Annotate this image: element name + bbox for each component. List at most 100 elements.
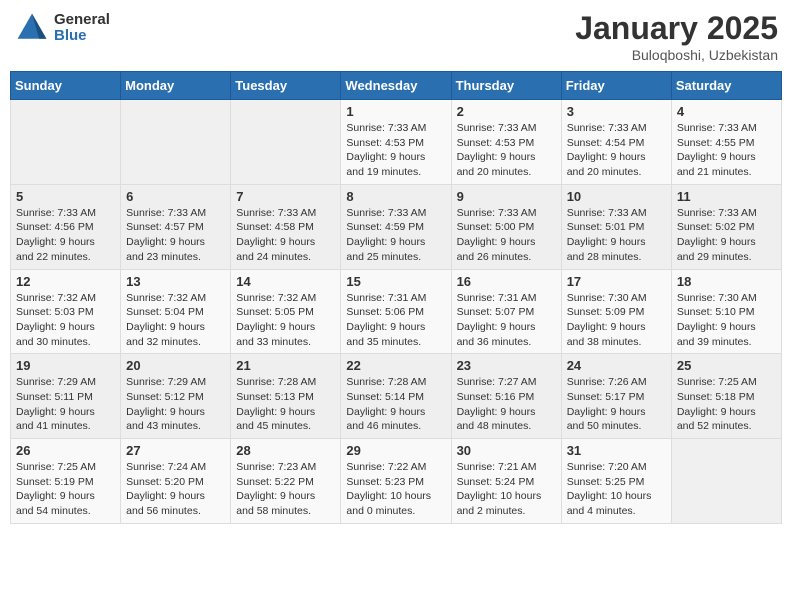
calendar-cell: 31Sunrise: 7:20 AM Sunset: 5:25 PM Dayli…: [561, 439, 671, 524]
day-info: Sunrise: 7:32 AM Sunset: 5:04 PM Dayligh…: [126, 291, 225, 350]
day-number: 31: [567, 443, 666, 458]
day-info: Sunrise: 7:28 AM Sunset: 5:13 PM Dayligh…: [236, 375, 335, 434]
calendar-cell: 29 Sunrise: 7:22 AM Sunset: 5:23 PM Dayli…: [341, 439, 451, 524]
day-number: 23: [457, 358, 556, 373]
weekday-header-wednesday: Wednesday: [341, 72, 451, 100]
calendar-title: January 2025: [575, 10, 778, 47]
calendar-cell: 14Sunrise: 7:32 AM Sunset: 5:05 PM Dayli…: [231, 269, 341, 354]
calendar-cell: 30 Sunrise: 7:21 AM Sunset: 5:24 PM Dayli…: [451, 439, 561, 524]
day-info: Sunrise: 7:32 AM Sunset: 5:03 PM Dayligh…: [16, 291, 115, 350]
calendar-cell: 16Sunrise: 7:31 AM Sunset: 5:07 PM Dayli…: [451, 269, 561, 354]
day-number: 6: [126, 189, 225, 204]
day-number: 1: [346, 104, 445, 119]
day-number: 12: [16, 274, 115, 289]
calendar-cell: 25 Sunrise: 7:25 AM Sunset: 5:18 PM Dayli…: [671, 354, 781, 439]
weekday-header-saturday: Saturday: [671, 72, 781, 100]
day-info: Sunrise: 7:33 AM Sunset: 4:53 PM Dayligh…: [457, 121, 556, 180]
calendar-cell: 18 Sunrise: 7:30 AM Sunset: 5:10 PM Dayli…: [671, 269, 781, 354]
day-number: 11: [677, 189, 776, 204]
day-number: 16: [457, 274, 556, 289]
logo-blue-text: Blue: [54, 28, 110, 45]
calendar-cell: 3 Sunrise: 7:33 AM Sunset: 4:54 PM Daylig…: [561, 100, 671, 185]
day-info: Sunrise: 7:33 AM Sunset: 4:56 PM Dayligh…: [16, 206, 115, 265]
logo-general-text: General: [54, 12, 110, 29]
calendar-week-4: 19 Sunrise: 7:29 AM Sunset: 5:11 PM Dayli…: [11, 354, 782, 439]
day-number: 27: [126, 443, 225, 458]
calendar-cell: [11, 100, 121, 185]
calendar-cell: 1 Sunrise: 7:33 AM Sunset: 4:53 PM Daylig…: [341, 100, 451, 185]
title-block: January 2025 Buloqboshi, Uzbekistan: [575, 10, 778, 63]
logo: General Blue: [14, 10, 110, 46]
weekday-header-thursday: Thursday: [451, 72, 561, 100]
calendar-cell: 4Sunrise: 7:33 AM Sunset: 4:55 PM Daylig…: [671, 100, 781, 185]
day-info: Sunrise: 7:33 AM Sunset: 4:59 PM Dayligh…: [346, 206, 445, 265]
calendar-cell: [121, 100, 231, 185]
calendar-cell: [231, 100, 341, 185]
calendar-week-3: 12 Sunrise: 7:32 AM Sunset: 5:03 PM Dayli…: [11, 269, 782, 354]
calendar-cell: 24 Sunrise: 7:26 AM Sunset: 5:17 PM Dayli…: [561, 354, 671, 439]
calendar-cell: [671, 439, 781, 524]
day-number: 7: [236, 189, 335, 204]
day-number: 19: [16, 358, 115, 373]
day-number: 17: [567, 274, 666, 289]
calendar-cell: 17Sunrise: 7:30 AM Sunset: 5:09 PM Dayli…: [561, 269, 671, 354]
day-number: 4: [677, 104, 776, 119]
day-number: 29: [346, 443, 445, 458]
day-info: Sunrise: 7:22 AM Sunset: 5:23 PM Dayligh…: [346, 460, 445, 519]
day-number: 25: [677, 358, 776, 373]
day-number: 30: [457, 443, 556, 458]
day-info: Sunrise: 7:32 AM Sunset: 5:05 PM Dayligh…: [236, 291, 335, 350]
day-number: 13: [126, 274, 225, 289]
logo-icon: [14, 10, 50, 46]
calendar-cell: 15 Sunrise: 7:31 AM Sunset: 5:06 PM Dayli…: [341, 269, 451, 354]
day-info: Sunrise: 7:33 AM Sunset: 4:53 PM Dayligh…: [346, 121, 445, 180]
calendar-cell: 11Sunrise: 7:33 AM Sunset: 5:02 PM Dayli…: [671, 184, 781, 269]
calendar-location: Buloqboshi, Uzbekistan: [575, 47, 778, 63]
day-info: Sunrise: 7:24 AM Sunset: 5:20 PM Dayligh…: [126, 460, 225, 519]
day-info: Sunrise: 7:21 AM Sunset: 5:24 PM Dayligh…: [457, 460, 556, 519]
page-header: General Blue January 2025 Buloqboshi, Uz…: [10, 10, 782, 63]
calendar-cell: 8 Sunrise: 7:33 AM Sunset: 4:59 PM Daylig…: [341, 184, 451, 269]
weekday-header-sunday: Sunday: [11, 72, 121, 100]
day-number: 8: [346, 189, 445, 204]
day-info: Sunrise: 7:25 AM Sunset: 5:18 PM Dayligh…: [677, 375, 776, 434]
day-info: Sunrise: 7:33 AM Sunset: 4:54 PM Dayligh…: [567, 121, 666, 180]
calendar-cell: 22Sunrise: 7:28 AM Sunset: 5:14 PM Dayli…: [341, 354, 451, 439]
day-info: Sunrise: 7:33 AM Sunset: 4:58 PM Dayligh…: [236, 206, 335, 265]
calendar-cell: 12 Sunrise: 7:32 AM Sunset: 5:03 PM Dayli…: [11, 269, 121, 354]
calendar-week-5: 26Sunrise: 7:25 AM Sunset: 5:19 PM Dayli…: [11, 439, 782, 524]
calendar-cell: 21 Sunrise: 7:28 AM Sunset: 5:13 PM Dayli…: [231, 354, 341, 439]
calendar-cell: 13 Sunrise: 7:32 AM Sunset: 5:04 PM Dayli…: [121, 269, 231, 354]
day-number: 15: [346, 274, 445, 289]
day-info: Sunrise: 7:26 AM Sunset: 5:17 PM Dayligh…: [567, 375, 666, 434]
day-info: Sunrise: 7:27 AM Sunset: 5:16 PM Dayligh…: [457, 375, 556, 434]
day-info: Sunrise: 7:30 AM Sunset: 5:10 PM Dayligh…: [677, 291, 776, 350]
day-number: 24: [567, 358, 666, 373]
day-info: Sunrise: 7:33 AM Sunset: 5:01 PM Dayligh…: [567, 206, 666, 265]
weekday-header-row: SundayMondayTuesdayWednesdayThursdayFrid…: [11, 72, 782, 100]
calendar-cell: 9Sunrise: 7:33 AM Sunset: 5:00 PM Daylig…: [451, 184, 561, 269]
calendar-cell: 26Sunrise: 7:25 AM Sunset: 5:19 PM Dayli…: [11, 439, 121, 524]
day-info: Sunrise: 7:33 AM Sunset: 4:57 PM Dayligh…: [126, 206, 225, 265]
day-info: Sunrise: 7:29 AM Sunset: 5:11 PM Dayligh…: [16, 375, 115, 434]
calendar-cell: 5Sunrise: 7:33 AM Sunset: 4:56 PM Daylig…: [11, 184, 121, 269]
day-info: Sunrise: 7:25 AM Sunset: 5:19 PM Dayligh…: [16, 460, 115, 519]
day-number: 2: [457, 104, 556, 119]
day-info: Sunrise: 7:28 AM Sunset: 5:14 PM Dayligh…: [346, 375, 445, 434]
calendar-cell: 19 Sunrise: 7:29 AM Sunset: 5:11 PM Dayli…: [11, 354, 121, 439]
day-number: 3: [567, 104, 666, 119]
day-number: 18: [677, 274, 776, 289]
day-number: 10: [567, 189, 666, 204]
day-info: Sunrise: 7:23 AM Sunset: 5:22 PM Dayligh…: [236, 460, 335, 519]
calendar-cell: 27 Sunrise: 7:24 AM Sunset: 5:20 PM Dayli…: [121, 439, 231, 524]
day-number: 28: [236, 443, 335, 458]
calendar-cell: 10 Sunrise: 7:33 AM Sunset: 5:01 PM Dayli…: [561, 184, 671, 269]
calendar-week-1: 1 Sunrise: 7:33 AM Sunset: 4:53 PM Daylig…: [11, 100, 782, 185]
calendar-cell: 28 Sunrise: 7:23 AM Sunset: 5:22 PM Dayli…: [231, 439, 341, 524]
day-number: 21: [236, 358, 335, 373]
calendar-week-2: 5Sunrise: 7:33 AM Sunset: 4:56 PM Daylig…: [11, 184, 782, 269]
calendar-cell: 20Sunrise: 7:29 AM Sunset: 5:12 PM Dayli…: [121, 354, 231, 439]
day-number: 9: [457, 189, 556, 204]
day-info: Sunrise: 7:31 AM Sunset: 5:06 PM Dayligh…: [346, 291, 445, 350]
day-info: Sunrise: 7:29 AM Sunset: 5:12 PM Dayligh…: [126, 375, 225, 434]
